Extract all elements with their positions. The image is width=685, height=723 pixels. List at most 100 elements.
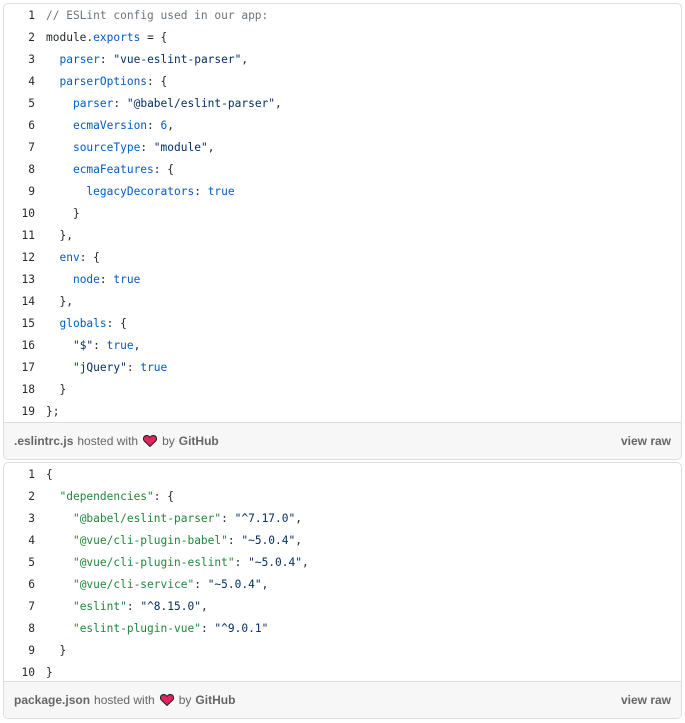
code-token: , xyxy=(200,600,208,613)
code-token: sourceType xyxy=(72,141,141,154)
code-token: : xyxy=(99,53,114,66)
view-raw-link[interactable]: view raw xyxy=(621,434,671,448)
code-text: legacyDecorators: true xyxy=(35,181,235,203)
code-text: "$": true, xyxy=(35,335,140,357)
code-token: : xyxy=(227,534,242,547)
code-text: "eslint": "^8.15.0", xyxy=(35,596,208,618)
line-number[interactable]: 8 xyxy=(4,618,35,640)
line-number[interactable]: 2 xyxy=(4,27,35,49)
code-token: } xyxy=(46,666,53,679)
code-token: true xyxy=(140,361,168,374)
code-text: node: true xyxy=(35,269,140,291)
code-line: 1{ xyxy=(4,464,681,486)
code-text: "@babel/eslint-parser": "^7.17.0", xyxy=(35,508,302,530)
line-number[interactable]: 6 xyxy=(4,574,35,596)
code-token: ecmaFeatures xyxy=(72,163,154,176)
line-number[interactable]: 3 xyxy=(4,508,35,530)
line-number[interactable]: 7 xyxy=(4,596,35,618)
line-number[interactable]: 4 xyxy=(4,71,35,93)
line-number[interactable]: 5 xyxy=(4,552,35,574)
code-token: { xyxy=(46,468,53,481)
code-token: , xyxy=(241,53,249,66)
code-token: parser xyxy=(72,97,114,110)
code-token: "eslint" xyxy=(72,600,127,613)
code-token: globals xyxy=(59,317,107,330)
code-line: 6 "@vue/cli-service": "~5.0.4", xyxy=(4,574,681,596)
code-token: : xyxy=(194,185,208,198)
gist-filename-link[interactable]: package.json xyxy=(14,693,90,707)
code-token: "@vue/cli-service" xyxy=(72,578,195,591)
code-text: "eslint-plugin-vue": "^9.0.1" xyxy=(35,618,268,640)
code-block: 1 // ESLint config used in our app: 2 modul… xyxy=(4,4,681,423)
code-token: , xyxy=(133,339,141,352)
code-token: legacyDecorators xyxy=(86,185,195,198)
line-number[interactable]: 2 xyxy=(4,486,35,508)
code-token: true xyxy=(106,339,134,352)
line-number[interactable]: 1 xyxy=(4,5,35,27)
gist-eslintrc: 1 // ESLint config used in our app: 2 modul… xyxy=(3,3,682,460)
line-number[interactable]: 9 xyxy=(4,640,35,662)
line-number[interactable]: 10 xyxy=(4,203,35,225)
code-token: : xyxy=(200,622,215,635)
code-token: : { xyxy=(79,251,100,264)
line-number[interactable]: 15 xyxy=(4,313,35,335)
code-token: }; xyxy=(46,405,60,418)
code-line: 5 "@vue/cli-plugin-eslint": "~5.0.4", xyxy=(4,552,681,574)
gist-meta-bar: package.json hosted with by GitHub view … xyxy=(4,681,681,718)
code-text: sourceType: "module", xyxy=(35,137,214,159)
hosted-with-label: hosted with xyxy=(94,693,155,707)
code-text: parserOptions: { xyxy=(35,71,167,93)
code-token: // ESLint config used in our app: xyxy=(46,9,269,22)
line-number[interactable]: 1 xyxy=(4,464,35,486)
code-token: : xyxy=(194,578,208,591)
code-line: 2 module.exports = { xyxy=(4,27,681,49)
code-token: module xyxy=(46,31,87,44)
line-number[interactable]: 13 xyxy=(4,269,35,291)
code-token: : { xyxy=(106,317,127,330)
code-token: , xyxy=(167,119,175,132)
code-token: "~5.0.4" xyxy=(248,556,302,569)
line-number[interactable]: 8 xyxy=(4,159,35,181)
code-text: "dependencies": { xyxy=(35,486,174,508)
line-number[interactable]: 14 xyxy=(4,291,35,313)
code-token: node xyxy=(72,273,100,286)
code-line: 10 } xyxy=(4,203,681,225)
code-token: true xyxy=(207,185,235,198)
code-token: "^7.17.0" xyxy=(234,512,296,525)
github-link[interactable]: GitHub xyxy=(179,434,219,448)
by-label: by xyxy=(162,434,175,448)
line-number[interactable]: 9 xyxy=(4,181,35,203)
code-text: }; xyxy=(35,401,59,423)
line-number[interactable]: 5 xyxy=(4,93,35,115)
code-text: }, xyxy=(35,225,72,247)
line-number[interactable]: 4 xyxy=(4,530,35,552)
code-line: 13 node: true xyxy=(4,269,681,291)
line-number[interactable]: 3 xyxy=(4,49,35,71)
github-link[interactable]: GitHub xyxy=(195,693,235,707)
code-token: "jQuery" xyxy=(72,361,127,374)
code-text: env: { xyxy=(35,247,100,269)
hosted-with-label: hosted with xyxy=(77,434,139,448)
line-number[interactable]: 17 xyxy=(4,357,35,379)
line-number[interactable]: 18 xyxy=(4,379,35,401)
code-token: ecmaVersion xyxy=(72,119,148,132)
code-token: } xyxy=(46,207,80,220)
line-number[interactable]: 7 xyxy=(4,137,35,159)
code-line: 15 globals: { xyxy=(4,313,681,335)
view-raw-link[interactable]: view raw xyxy=(621,693,671,707)
code-line: 3 "@babel/eslint-parser": "^7.17.0", xyxy=(4,508,681,530)
line-number[interactable]: 19 xyxy=(4,401,35,423)
code-token: exports xyxy=(93,31,141,44)
gist-filename-link[interactable]: .eslintrc.js xyxy=(14,434,73,448)
line-number[interactable]: 6 xyxy=(4,115,35,137)
line-number[interactable]: 12 xyxy=(4,247,35,269)
code-token: : xyxy=(126,600,141,613)
code-text: ecmaVersion: 6, xyxy=(35,115,174,137)
code-token: "^8.15.0" xyxy=(140,600,201,613)
code-token: "~5.0.4" xyxy=(241,534,296,547)
line-number[interactable]: 11 xyxy=(4,225,35,247)
line-number[interactable]: 16 xyxy=(4,335,35,357)
